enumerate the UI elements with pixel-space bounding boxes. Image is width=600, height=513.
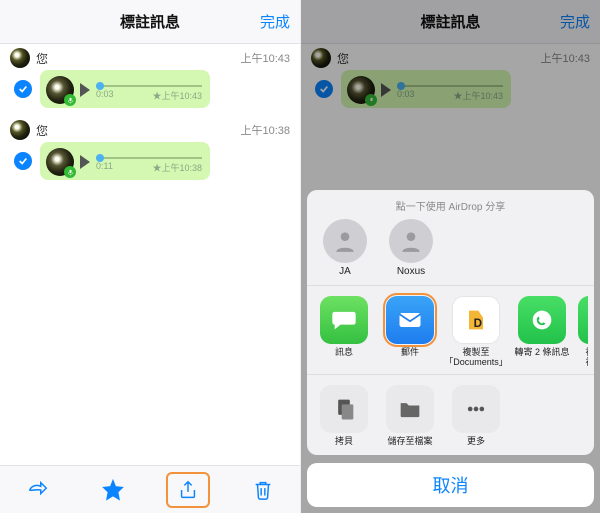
documents-icon: D <box>452 296 500 344</box>
share-app-row: 訊息 郵件 D 複製至 「Documents」 轉寄 2 條訊息 <box>313 288 588 372</box>
voice-bubble[interactable]: 0:03 ★上午10:43 <box>40 70 210 108</box>
share-app-label: 複製至 「Documents」 <box>444 348 508 368</box>
share-card: 點一下使用 AirDrop 分享 JA Noxus <box>307 190 594 455</box>
airdrop-person[interactable]: JA <box>317 219 373 277</box>
airdrop-name: JA <box>339 266 351 277</box>
person-avatar-icon <box>389 219 433 263</box>
share-app-mail[interactable]: 郵件 <box>379 296 441 368</box>
sender-name: 您 <box>36 122 240 139</box>
message-row: 您 上午10:38 0:11 ★上午10:38 <box>0 116 300 180</box>
whatsapp-icon <box>518 296 566 344</box>
svg-text:D: D <box>474 317 482 330</box>
right-screenshot: 標註訊息 完成 您 上午10:43 0:03 ★上午10:43 <box>300 0 600 513</box>
share-action-more[interactable]: 更多 <box>445 385 507 447</box>
share-app-messages[interactable]: 訊息 <box>313 296 375 368</box>
share-action-copy[interactable]: 拷貝 <box>313 385 375 447</box>
forward-button[interactable] <box>16 472 60 508</box>
share-app-partial[interactable]: 複 視 <box>577 296 588 368</box>
voice-bubble[interactable]: 0:11 ★上午10:38 <box>40 142 210 180</box>
bottom-toolbar <box>0 465 300 513</box>
delete-button[interactable] <box>241 472 285 508</box>
header-bar: 標註訊息 完成 <box>0 0 300 44</box>
star-button[interactable] <box>91 472 135 508</box>
share-app-label: 郵件 <box>401 348 419 358</box>
voice-track[interactable]: 0:03 ★上午10:43 <box>96 79 202 102</box>
voice-duration: 0:03 <box>96 89 114 102</box>
voice-avatar <box>46 76 74 104</box>
voice-avatar <box>46 148 74 176</box>
voice-duration: 0:11 <box>96 161 113 174</box>
folder-icon <box>386 385 434 433</box>
voice-stamp: ★上午10:38 <box>152 161 202 174</box>
voice-track[interactable]: 0:11 ★上午10:38 <box>96 151 202 174</box>
left-screenshot: 標註訊息 完成 您 上午10:43 0:03 ★上午1 <box>0 0 300 513</box>
share-app-label: 轉寄 2 條訊息 <box>514 348 569 358</box>
share-sheet: 點一下使用 AirDrop 分享 JA Noxus <box>307 190 594 507</box>
play-icon[interactable] <box>80 155 90 169</box>
airdrop-name: Noxus <box>397 266 425 277</box>
cancel-button[interactable]: 取消 <box>307 463 594 507</box>
share-action-row: 拷貝 儲存至檔案 更多 <box>313 377 588 451</box>
done-button[interactable]: 完成 <box>260 11 290 32</box>
share-action-label: 儲存至檔案 <box>387 437 432 447</box>
checkmark-icon[interactable] <box>14 80 32 98</box>
share-button[interactable] <box>166 472 210 508</box>
share-action-label: 拷貝 <box>335 437 353 447</box>
header-title: 標註訊息 <box>120 11 180 32</box>
airdrop-person[interactable]: Noxus <box>383 219 439 277</box>
message-row: 您 上午10:43 0:03 ★上午10:43 <box>0 44 300 108</box>
person-avatar-icon <box>323 219 367 263</box>
share-action-label: 更多 <box>467 437 485 447</box>
mail-icon <box>386 296 434 344</box>
share-app-label: 複 視 <box>585 348 588 368</box>
avatar <box>10 120 30 140</box>
airdrop-row: JA Noxus <box>313 219 588 283</box>
avatar <box>10 48 30 68</box>
messages-icon <box>320 296 368 344</box>
more-icon <box>452 385 500 433</box>
voice-stamp: ★上午10:43 <box>152 89 202 102</box>
play-icon[interactable] <box>80 83 90 97</box>
share-action-savefiles[interactable]: 儲存至檔案 <box>379 385 441 447</box>
checkmark-icon[interactable] <box>14 152 32 170</box>
sender-name: 您 <box>36 50 240 67</box>
share-app-whatsapp[interactable]: 轉寄 2 條訊息 <box>511 296 573 368</box>
message-time: 上午10:43 <box>240 50 290 66</box>
message-time: 上午10:38 <box>240 122 290 138</box>
copy-icon <box>320 385 368 433</box>
partial-icon <box>578 296 588 344</box>
share-app-documents[interactable]: D 複製至 「Documents」 <box>445 296 507 368</box>
share-app-label: 訊息 <box>335 348 353 358</box>
airdrop-title: 點一下使用 AirDrop 分享 <box>313 198 588 213</box>
